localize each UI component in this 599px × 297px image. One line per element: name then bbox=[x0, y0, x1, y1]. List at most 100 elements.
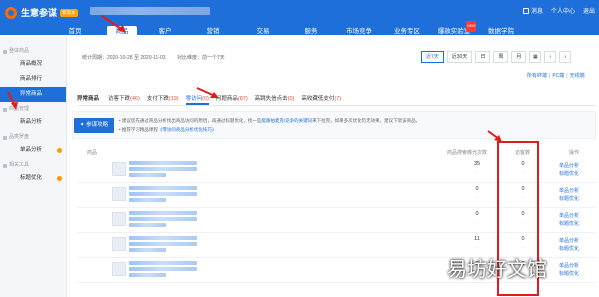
sidebar: 整体商品 商品概况 商品排行 异常商品 商品管理 新品分析 品类罗盘 单品分析 … bbox=[0, 37, 67, 297]
col-ops: 操作 bbox=[569, 150, 580, 156]
range-month[interactable]: 月 bbox=[511, 51, 527, 63]
goods-thumbnail[interactable] bbox=[112, 187, 126, 201]
version-badge: 新版本 bbox=[60, 8, 78, 17]
exposure-change: - bbox=[476, 170, 478, 175]
tab-high-fav-low-pay[interactable]: 高收藏低支付(7) bbox=[301, 94, 341, 105]
notice-dot-icon bbox=[57, 148, 62, 153]
nav-business[interactable]: 业务专区 bbox=[387, 26, 427, 37]
nav-home[interactable]: 首页 bbox=[61, 26, 89, 37]
sidebar-item-overview[interactable]: 商品概况 bbox=[0, 57, 66, 72]
goods-title-blurred[interactable] bbox=[129, 186, 197, 202]
goods-thumbnail[interactable] bbox=[112, 262, 126, 276]
exposure-change: - bbox=[476, 195, 478, 200]
single-analysis-link[interactable]: 单品分析 bbox=[559, 187, 579, 195]
sidebar-group-overall: 整体商品 bbox=[0, 46, 66, 57]
annotation-arrow-tab bbox=[196, 87, 219, 98]
terminal-pc[interactable]: PC端 bbox=[552, 73, 564, 79]
range-30d[interactable]: 近30天 bbox=[446, 51, 473, 63]
title-optimize-link[interactable]: 标题优化 bbox=[559, 270, 579, 278]
app-name: 生意参谋 bbox=[21, 8, 58, 18]
terminal-switch: 所有终端 | PC端 | 无线端 bbox=[527, 73, 585, 79]
sidebar-item-ranking[interactable]: 商品排行 bbox=[0, 72, 66, 87]
goods-title-blurred[interactable] bbox=[129, 161, 197, 177]
single-analysis-link[interactable]: 单品分析 bbox=[559, 162, 579, 170]
col-goods: 商品 bbox=[87, 150, 98, 156]
date-range-tabs: 近7天 近30天 日 周 月 ▦ ‹ › bbox=[421, 51, 572, 63]
range-7d[interactable]: 近7天 bbox=[421, 51, 444, 63]
single-analysis-link[interactable]: 单品分析 bbox=[559, 237, 579, 245]
tip-line-2: • 推荐学习精品课程《零访问商品分析优化技巧》 bbox=[119, 127, 217, 132]
sidebar-group-compass: 品类罗盘 bbox=[0, 132, 66, 143]
single-analysis-link[interactable]: 单品分析 bbox=[559, 262, 579, 270]
goods-thumbnail[interactable] bbox=[112, 237, 126, 251]
sidebar-item-new-goods[interactable]: 新品分析 bbox=[0, 115, 66, 130]
row-actions: 单品分析 标题优化 bbox=[559, 237, 579, 253]
sidebar-group-tools: 相关工具 bbox=[0, 160, 66, 171]
new-badge: NEW bbox=[466, 21, 477, 32]
logo[interactable]: 生意参谋 新版本 bbox=[5, 6, 78, 19]
profile-link[interactable]: 个人中心 bbox=[551, 6, 575, 15]
range-day[interactable]: 日 bbox=[475, 51, 491, 63]
tab-abnormal-title: 异常商品 bbox=[77, 96, 100, 102]
exposure-value: 11 bbox=[474, 236, 480, 242]
exposure-change: - bbox=[476, 220, 478, 225]
calendar-icon[interactable]: ▦ bbox=[529, 51, 542, 63]
goods-thumbnail[interactable] bbox=[112, 162, 126, 176]
stat-dimension: 对比维度：前一个7天 bbox=[176, 55, 225, 61]
title-optimize-link[interactable]: 标题优化 bbox=[559, 195, 579, 203]
row-actions: 单品分析 标题优化 bbox=[559, 212, 579, 228]
strategy-button[interactable]: ✦ 参谋攻略 bbox=[74, 118, 114, 133]
tip-course-link[interactable]: 《零访问商品分析优化技巧》 bbox=[158, 127, 217, 132]
watermark-text: 易坊好文馆 bbox=[447, 257, 547, 281]
sidebar-item-title-opt[interactable]: 标题优化 bbox=[0, 171, 66, 186]
row-actions: 单品分析 标题优化 bbox=[559, 187, 579, 203]
annotation-arrow-nav bbox=[101, 15, 126, 33]
range-week[interactable]: 周 bbox=[493, 51, 509, 63]
messages-link[interactable]: 消息 bbox=[522, 6, 543, 15]
goods-thumbnail[interactable] bbox=[112, 212, 126, 226]
title-optimize-link[interactable]: 标题优化 bbox=[559, 170, 579, 178]
nav-service[interactable]: 服务 bbox=[297, 26, 325, 37]
terminal-all[interactable]: 所有终端 bbox=[527, 73, 547, 79]
tip-keyword-link[interactable]: 能跟拍麦克/竞争的关键词 bbox=[261, 118, 312, 123]
logo-icon bbox=[5, 6, 17, 19]
abnormal-subtabs: 异常商品 访客下跌(46) 支付下跌(19) 零访问(0) 问题商品(87) 高… bbox=[77, 94, 596, 106]
nav-customers[interactable]: 客户 bbox=[151, 26, 179, 37]
tip-line-1: • 建议您先通过商品分析找出商品访问的原因，再通过标题优化，找一些能跟拍麦克/竞… bbox=[119, 118, 421, 123]
nav-trade[interactable]: 交易 bbox=[249, 26, 277, 37]
mail-icon bbox=[522, 8, 529, 15]
stat-period: 统计周期：2020-10-28 至 2020-11-03 bbox=[82, 55, 166, 61]
sidebar-item-single[interactable]: 单品分析 bbox=[0, 143, 66, 158]
terminal-wireless[interactable]: 无线端 bbox=[570, 73, 585, 79]
tab-high-bounce[interactable]: 高跳失信点击(0) bbox=[255, 94, 295, 105]
exposure-value: 35 bbox=[473, 161, 481, 167]
tab-visitor-drop[interactable]: 访客下跌(46) bbox=[108, 94, 140, 105]
nav-market[interactable]: 市场竞争 bbox=[339, 26, 379, 37]
col-exposure[interactable]: 商品搜索曝光次数 bbox=[447, 149, 487, 156]
goods-title-blurred[interactable] bbox=[129, 236, 197, 252]
goods-title-blurred[interactable] bbox=[129, 261, 197, 277]
title-optimize-link[interactable]: 标题优化 bbox=[559, 245, 579, 253]
strategy-tip: ✦ 参谋攻略 • 建议您先通过商品分析找出商品访问的原因，再通过标题优化，找一些… bbox=[72, 111, 596, 139]
annotation-arrow-sidebar bbox=[7, 91, 18, 110]
nav-marketing[interactable]: 营销 bbox=[199, 26, 227, 37]
title-optimize-link[interactable]: 标题优化 bbox=[559, 220, 579, 228]
single-analysis-link[interactable]: 单品分析 bbox=[559, 212, 579, 220]
exposure-value: 0 bbox=[475, 186, 479, 192]
goods-title-blurred[interactable] bbox=[129, 211, 197, 227]
exposure-value: 0 bbox=[475, 211, 479, 217]
header-links: 消息 个人中心 退出 bbox=[522, 6, 595, 15]
row-actions: 单品分析 标题优化 bbox=[559, 162, 579, 178]
top-header: 生意参谋 新版本 消息 个人中心 退出 首页 商品 客户 营销 交易 服务 市场… bbox=[0, 0, 599, 37]
exposure-change: - bbox=[476, 245, 478, 250]
row-actions: 单品分析 标题优化 bbox=[559, 262, 579, 278]
notice-dot-icon bbox=[57, 176, 62, 181]
main-nav: 首页 商品 客户 营销 交易 服务 市场竞争 业务专区 爆款实验室NEW 数据学… bbox=[0, 21, 599, 37]
stat-period-row: 统计周期：2020-10-28 至 2020-11-03 对比维度：前一个7天 bbox=[82, 54, 235, 61]
nav-lab[interactable]: 爆款实验室 NEW bbox=[433, 21, 477, 37]
nav-academy[interactable]: 数据学院 bbox=[481, 26, 521, 37]
logout-link[interactable]: 退出 bbox=[583, 6, 595, 15]
chevron-right-icon[interactable]: › bbox=[559, 51, 572, 63]
tab-pay-drop[interactable]: 支付下跌(19) bbox=[147, 94, 179, 105]
chevron-left-icon[interactable]: ‹ bbox=[544, 51, 557, 63]
